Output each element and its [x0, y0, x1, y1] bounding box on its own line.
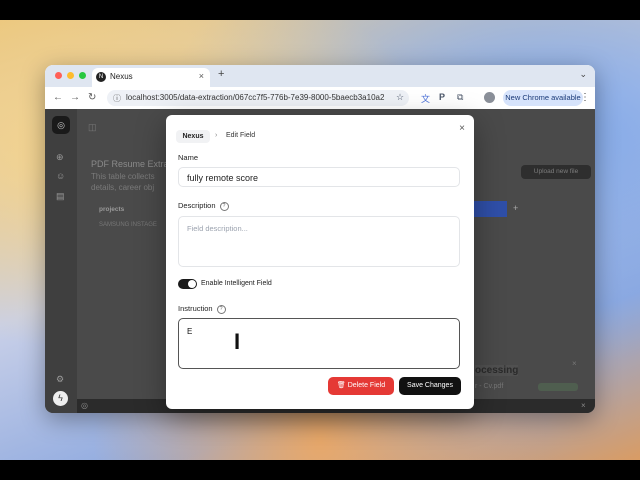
processing-title: ocessing	[475, 365, 519, 376]
delete-field-button[interactable]: 🗑 Delete Field	[328, 377, 394, 395]
instruction-label-text: Instruction	[178, 304, 213, 313]
forward-arrow-icon[interactable]: →	[70, 92, 80, 103]
processing-close-icon[interactable]: ×	[572, 359, 577, 368]
close-window-button[interactable]	[55, 72, 62, 79]
table-header: projects	[99, 206, 125, 213]
bookmark-star-icon[interactable]: ☆	[396, 92, 404, 103]
tab-title: Nexus	[110, 72, 133, 81]
breadcrumb-root[interactable]: Nexus	[176, 130, 210, 143]
toggle-label: Enable Intelligent Field	[201, 280, 272, 287]
back-arrow-icon[interactable]: ←	[53, 92, 63, 103]
page-title: PDF Resume Extrac	[91, 159, 174, 169]
description-textarea[interactable]: Field description...	[178, 216, 460, 267]
processing-status-badge	[538, 383, 578, 391]
nexus-favicon-icon: N	[96, 72, 106, 82]
tab-strip: N Nexus × + ⌄	[45, 65, 595, 87]
description-placeholder: Field description...	[187, 224, 248, 233]
description-label: Description?	[178, 201, 229, 211]
address-toolbar: ← → ↻ ⓘ localhost:3005/data-extraction/0…	[45, 87, 595, 110]
minimize-window-button[interactable]	[67, 72, 74, 79]
address-bar[interactable]: ⓘ localhost:3005/data-extraction/067cc7f…	[107, 90, 409, 106]
add-column-icon[interactable]: +	[513, 203, 518, 213]
trash-icon: 🗑	[336, 382, 348, 389]
edit-field-dialog: Nexus › Edit Field × Name fully remote s…	[166, 115, 474, 409]
translate-icon[interactable]: 文	[421, 92, 430, 105]
profile-avatar[interactable]	[484, 92, 495, 103]
delete-field-label: Delete Field	[347, 382, 386, 389]
url-text[interactable]: localhost:3005/data-extraction/067cc7f5-…	[126, 93, 384, 102]
name-input-value[interactable]: fully remote score	[187, 173, 258, 183]
instruction-value[interactable]: E	[187, 327, 192, 336]
bolt-icon[interactable]: ϟ	[53, 391, 68, 406]
app-logo-icon[interactable]: ◎	[52, 116, 70, 134]
new-tab-button[interactable]: +	[218, 68, 224, 80]
intelligent-field-toggle[interactable]	[178, 279, 197, 289]
page-description-line: This table collects	[91, 172, 155, 181]
instruction-textarea[interactable]: E I	[178, 318, 460, 369]
name-label: Name	[178, 153, 199, 162]
site-info-icon[interactable]: ⓘ	[113, 93, 121, 104]
bottom-bar-close-icon[interactable]: ×	[581, 401, 586, 410]
help-icon[interactable]: ?	[216, 304, 226, 314]
browser-tab[interactable]: N Nexus ×	[92, 68, 210, 87]
reload-icon[interactable]: ↻	[88, 92, 96, 103]
extension-p-icon[interactable]: P	[439, 92, 445, 102]
help-icon[interactable]: ?	[219, 201, 229, 211]
breadcrumb-current: Edit Field	[226, 132, 256, 139]
save-changes-button[interactable]: Save Changes	[399, 377, 461, 395]
close-icon[interactable]: ×	[459, 123, 465, 134]
tab-search-chevron-icon[interactable]: ⌄	[579, 69, 587, 80]
text-cursor-icon: I	[234, 329, 241, 354]
sidebar-users-icon[interactable]: ☺	[56, 171, 65, 181]
extensions-puzzle-icon[interactable]: ⧉	[457, 92, 463, 103]
page-description-line: details, career obj	[91, 183, 155, 192]
browser-menu-icon[interactable]: ⋮	[580, 92, 590, 103]
processing-file: r - Cv.pdf	[475, 383, 504, 390]
maximize-window-button[interactable]	[79, 72, 86, 79]
sidebar-table-icon[interactable]: ▤	[56, 191, 65, 202]
tab-close-icon[interactable]: ×	[199, 71, 204, 81]
sidebar-settings-icon[interactable]: ⚙	[56, 374, 64, 385]
upload-file-button[interactable]: Upload new file	[521, 165, 591, 179]
sidebar-add-icon[interactable]: ⊕	[56, 152, 64, 163]
table-cell: SAMSUNG INSTAGE	[99, 222, 157, 228]
instruction-label: Instruction?	[178, 304, 226, 314]
description-label-text: Description	[178, 201, 216, 210]
toggle-knob	[188, 280, 196, 288]
bottom-bar-icon: ◎	[81, 401, 88, 410]
app-sidebar: ◎ ⊕ ☺ ▤ ⚙ ϟ	[45, 109, 77, 413]
breadcrumb-separator: ›	[215, 132, 218, 139]
chrome-update-button[interactable]: New Chrome available	[503, 90, 583, 106]
name-input[interactable]: fully remote score	[178, 167, 460, 187]
sidebar-toggle-icon[interactable]: ◫	[88, 122, 97, 133]
